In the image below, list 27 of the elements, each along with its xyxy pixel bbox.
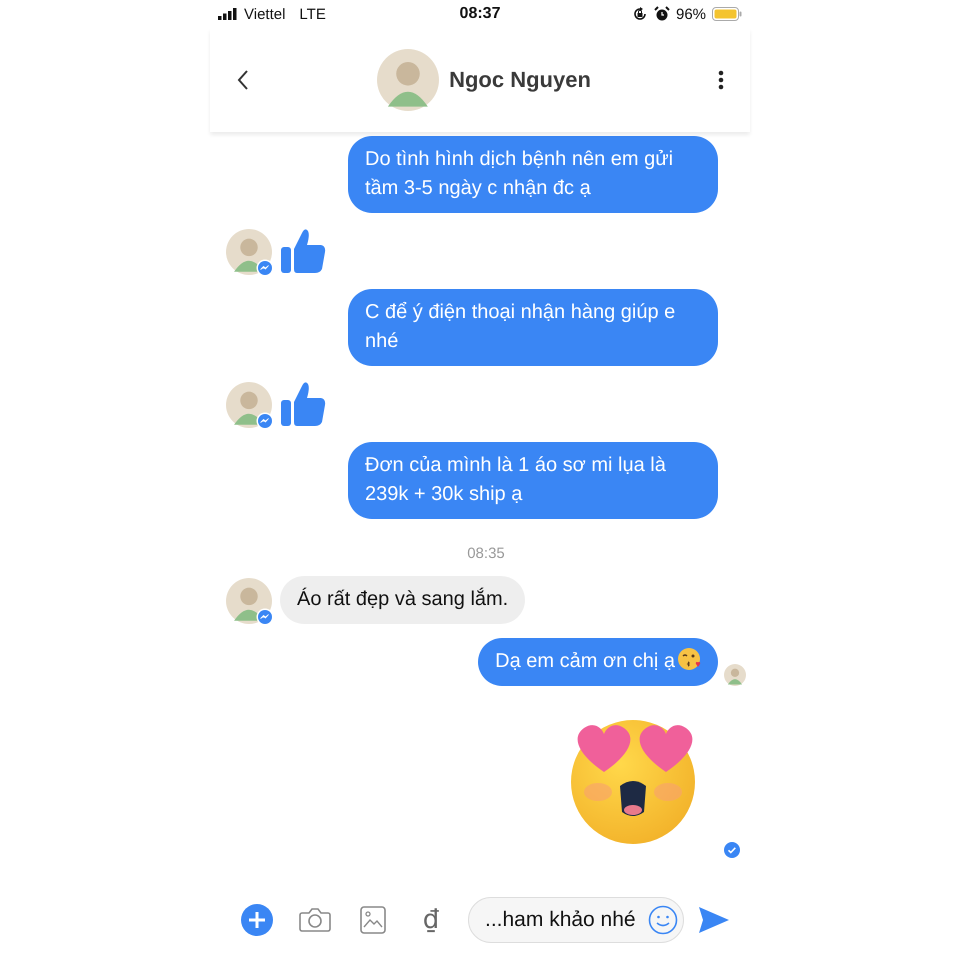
back-icon[interactable] [236, 69, 250, 91]
alarm-icon [654, 6, 670, 22]
carrier-name: Viettel [244, 6, 286, 22]
messenger-badge-icon [256, 259, 274, 277]
more-options-icon[interactable] [718, 70, 724, 90]
avatar-icon [377, 49, 440, 111]
thumbs-up-icon [280, 227, 326, 275]
message-bubble: Áo rất đẹp và sang lắm. [280, 576, 526, 624]
message-bubble: Do tình hình dịch bệnh nên em gửi tầm 3-5 ngày c nhận đc ạ [348, 136, 718, 213]
messenger-badge-icon [256, 412, 274, 430]
rotation-lock-icon [632, 6, 648, 22]
signal-icon [218, 8, 238, 20]
battery-icon [712, 7, 742, 21]
thumbs-up-icon [280, 380, 326, 428]
emoji-button[interactable] [648, 905, 678, 935]
message-bubble: Dạ em cảm ơn chị ạ [478, 638, 718, 686]
message-bubble: Đơn của mình là 1 áo sơ mi lụa là 239k + 30k ship ạ [348, 442, 718, 519]
timestamp: 08:35 [467, 545, 505, 562]
message-input[interactable]: ...ham khảo nhé [468, 897, 684, 943]
messenger-badge-icon [256, 608, 274, 626]
message-bubble: C để ý điện thoại nhận hàng giúp e nhé [348, 289, 718, 366]
network-type: LTE [299, 6, 326, 22]
contact-name: Ngoc Nguyen [449, 67, 591, 93]
kiss-emoji-icon [677, 647, 701, 671]
clock-time: 08:37 [460, 5, 500, 23]
currency-button[interactable]: ₫ [402, 904, 460, 936]
battery-percentage: 96% [676, 6, 706, 22]
